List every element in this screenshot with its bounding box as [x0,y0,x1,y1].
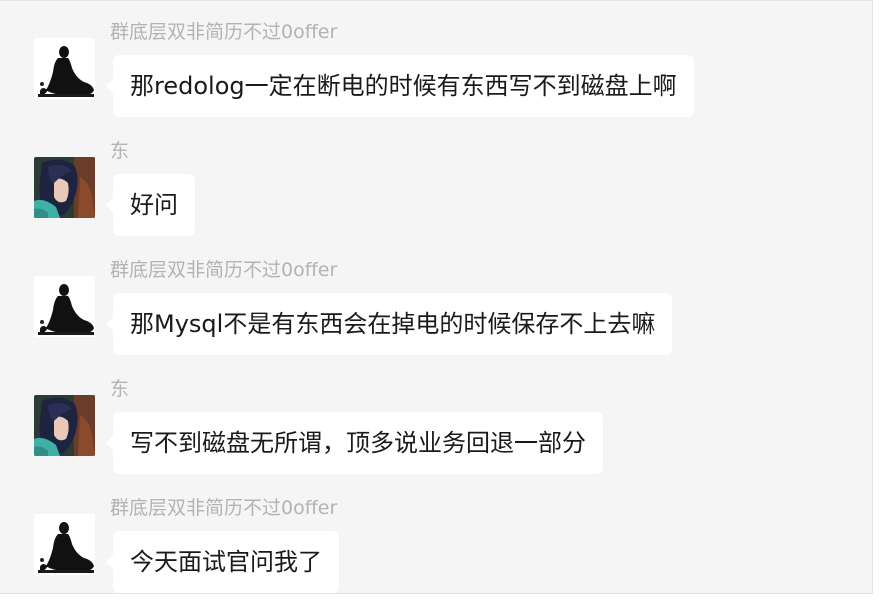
sender-name: 群底层双非简历不过0offer [110,497,338,519]
sender-avatar[interactable] [34,276,95,337]
chat-message-list[interactable]: 群底层双非简历不过0offer 那redolog一定在断电的时候有东西写不到磁盘… [0,0,873,594]
monk-silhouette-avatar-icon [34,38,95,99]
sender-avatar[interactable] [34,514,95,575]
anime-girl-avatar-icon [34,395,95,456]
sender-avatar[interactable] [34,157,95,218]
sender-name: 群底层双非简历不过0offer [110,259,338,281]
message-bubble[interactable]: 今天面试官问我了 [106,531,339,593]
sender-avatar[interactable] [34,38,95,99]
sender-avatar[interactable] [34,395,95,456]
monk-silhouette-avatar-icon [34,276,95,337]
monk-silhouette-avatar-icon [34,514,95,575]
message-bubble[interactable]: 那redolog一定在断电的时候有东西写不到磁盘上啊 [106,55,694,117]
sender-name: 东 [110,140,130,162]
sender-name: 东 [110,378,130,400]
message-bubble[interactable]: 那Mysql不是有东西会在掉电的时候保存不上去嘛 [105,293,673,355]
message-bubble[interactable]: 好问 [106,174,195,236]
message-bubble[interactable]: 写不到磁盘无所谓，顶多说业务回退一部分 [106,412,603,474]
anime-girl-avatar-icon [34,157,95,218]
sender-name: 群底层双非简历不过0offer [110,21,338,43]
